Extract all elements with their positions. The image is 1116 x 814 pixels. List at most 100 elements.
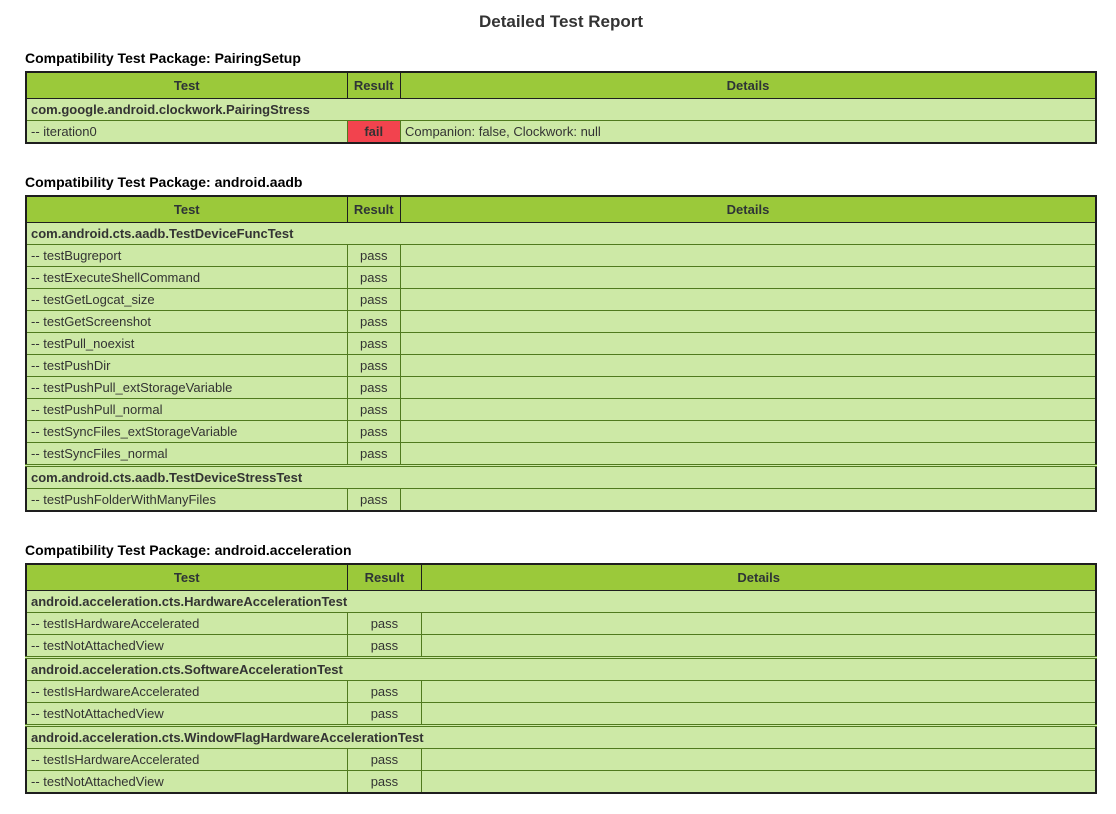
test-row: -- testNotAttachedViewpass xyxy=(26,703,1096,726)
test-result: pass xyxy=(347,443,401,466)
column-header-result: Result xyxy=(347,72,401,99)
test-result: fail xyxy=(347,121,401,144)
test-details xyxy=(401,267,1097,289)
test-row: -- testSyncFiles_normalpass xyxy=(26,443,1096,466)
test-row: -- testIsHardwareAcceleratedpass xyxy=(26,749,1096,771)
test-row: -- testExecuteShellCommandpass xyxy=(26,267,1096,289)
table-header-row: Test Result Details xyxy=(26,72,1096,99)
module-name: android.acceleration.cts.SoftwareAcceler… xyxy=(26,658,1096,681)
test-details xyxy=(401,289,1097,311)
test-name: -- testExecuteShellCommand xyxy=(26,267,347,289)
column-header-test: Test xyxy=(26,72,347,99)
column-header-details: Details xyxy=(401,196,1097,223)
test-details: Companion: false, Clockwork: null xyxy=(401,121,1097,144)
page-title: Detailed Test Report xyxy=(25,12,1097,32)
package-heading: Compatibility Test Package: android.aadb xyxy=(25,174,1097,190)
test-details xyxy=(401,399,1097,421)
table-header-row: Test Result Details xyxy=(26,196,1096,223)
module-name: com.android.cts.aadb.TestDeviceStressTes… xyxy=(26,466,1096,489)
test-details xyxy=(401,333,1097,355)
package-section: Compatibility Test Package: PairingSetup… xyxy=(25,50,1097,144)
test-result: pass xyxy=(347,613,422,635)
test-row: -- testPushPull_extStorageVariablepass xyxy=(26,377,1096,399)
test-row: -- testBugreportpass xyxy=(26,245,1096,267)
test-name: -- testPushPull_normal xyxy=(26,399,347,421)
test-result: pass xyxy=(347,289,401,311)
test-details xyxy=(401,245,1097,267)
test-row: -- iteration0failCompanion: false, Clock… xyxy=(26,121,1096,144)
module-row: com.android.cts.aadb.TestDeviceFuncTest xyxy=(26,223,1096,245)
results-table-body: com.google.android.clockwork.PairingStre… xyxy=(26,99,1096,144)
column-header-test: Test xyxy=(26,196,347,223)
test-row: -- testIsHardwareAcceleratedpass xyxy=(26,613,1096,635)
test-result: pass xyxy=(347,399,401,421)
test-name: -- iteration0 xyxy=(26,121,347,144)
module-row: android.acceleration.cts.SoftwareAcceler… xyxy=(26,658,1096,681)
report-page: Detailed Test Report Compatibility Test … xyxy=(0,0,1116,814)
test-row: -- testNotAttachedViewpass xyxy=(26,635,1096,658)
test-details xyxy=(422,703,1096,726)
test-row: -- testGetScreenshotpass xyxy=(26,311,1096,333)
test-details xyxy=(422,681,1096,703)
column-header-details: Details xyxy=(401,72,1097,99)
module-row: android.acceleration.cts.HardwareAcceler… xyxy=(26,591,1096,613)
column-header-result: Result xyxy=(347,564,422,591)
results-table: Test Result Details com.google.android.c… xyxy=(25,71,1097,144)
test-name: -- testPull_noexist xyxy=(26,333,347,355)
module-name: android.acceleration.cts.HardwareAcceler… xyxy=(26,591,1096,613)
test-row: -- testPushPull_normalpass xyxy=(26,399,1096,421)
test-row: -- testPushDirpass xyxy=(26,355,1096,377)
test-result: pass xyxy=(347,355,401,377)
test-details xyxy=(401,311,1097,333)
test-row: -- testSyncFiles_extStorageVariablepass xyxy=(26,421,1096,443)
test-row: -- testPushFolderWithManyFilespass xyxy=(26,489,1096,512)
test-name: -- testPushFolderWithManyFiles xyxy=(26,489,347,512)
column-header-details: Details xyxy=(422,564,1096,591)
column-header-test: Test xyxy=(26,564,347,591)
test-name: -- testSyncFiles_extStorageVariable xyxy=(26,421,347,443)
test-result: pass xyxy=(347,311,401,333)
test-name: -- testSyncFiles_normal xyxy=(26,443,347,466)
test-name: -- testGetScreenshot xyxy=(26,311,347,333)
test-name: -- testIsHardwareAccelerated xyxy=(26,749,347,771)
test-details xyxy=(401,421,1097,443)
test-name: -- testNotAttachedView xyxy=(26,771,347,794)
test-name: -- testIsHardwareAccelerated xyxy=(26,681,347,703)
test-details xyxy=(401,489,1097,512)
test-result: pass xyxy=(347,267,401,289)
module-row: android.acceleration.cts.WindowFlagHardw… xyxy=(26,726,1096,749)
test-result: pass xyxy=(347,635,422,658)
module-row: com.android.cts.aadb.TestDeviceStressTes… xyxy=(26,466,1096,489)
package-section: Compatibility Test Package: android.acce… xyxy=(25,542,1097,794)
module-name: com.android.cts.aadb.TestDeviceFuncTest xyxy=(26,223,1096,245)
test-name: -- testNotAttachedView xyxy=(26,703,347,726)
package-heading: Compatibility Test Package: android.acce… xyxy=(25,542,1097,558)
test-result: pass xyxy=(347,333,401,355)
test-result: pass xyxy=(347,245,401,267)
column-header-result: Result xyxy=(347,196,401,223)
test-name: -- testNotAttachedView xyxy=(26,635,347,658)
test-result: pass xyxy=(347,703,422,726)
test-row: -- testNotAttachedViewpass xyxy=(26,771,1096,794)
packages-container: Compatibility Test Package: PairingSetup… xyxy=(25,50,1097,794)
test-details xyxy=(401,355,1097,377)
test-row: -- testGetLogcat_sizepass xyxy=(26,289,1096,311)
test-name: -- testPushDir xyxy=(26,355,347,377)
test-details xyxy=(401,377,1097,399)
test-result: pass xyxy=(347,421,401,443)
module-name: com.google.android.clockwork.PairingStre… xyxy=(26,99,1096,121)
test-result: pass xyxy=(347,749,422,771)
test-name: -- testPushPull_extStorageVariable xyxy=(26,377,347,399)
test-row: -- testIsHardwareAcceleratedpass xyxy=(26,681,1096,703)
test-name: -- testBugreport xyxy=(26,245,347,267)
test-result: pass xyxy=(347,489,401,512)
test-name: -- testGetLogcat_size xyxy=(26,289,347,311)
package-heading: Compatibility Test Package: PairingSetup xyxy=(25,50,1097,66)
test-name: -- testIsHardwareAccelerated xyxy=(26,613,347,635)
test-details xyxy=(422,613,1096,635)
test-result: pass xyxy=(347,681,422,703)
results-table-body: android.acceleration.cts.HardwareAcceler… xyxy=(26,591,1096,794)
test-details xyxy=(422,635,1096,658)
module-name: android.acceleration.cts.WindowFlagHardw… xyxy=(26,726,1096,749)
test-details xyxy=(422,771,1096,794)
